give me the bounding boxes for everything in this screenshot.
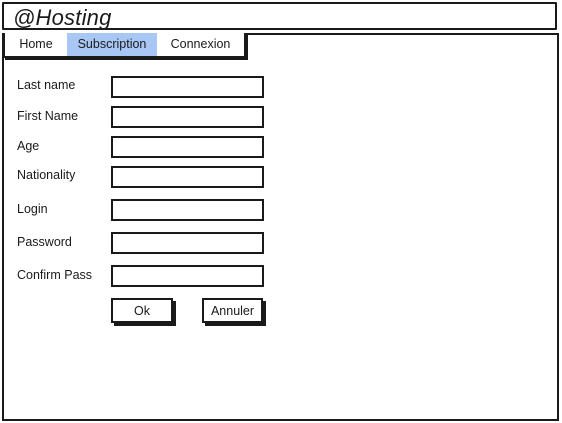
login-label: Login <box>17 202 48 216</box>
app-title: @Hosting <box>13 5 112 30</box>
password-label: Password <box>17 235 72 249</box>
confirm-pass-label: Confirm Pass <box>17 268 93 282</box>
age-label: Age <box>17 139 40 153</box>
tab-home[interactable]: Home <box>5 33 67 56</box>
ok-button[interactable]: Ok <box>111 298 173 323</box>
tab-subscription[interactable]: Subscription <box>67 33 157 56</box>
content-frame <box>2 33 559 421</box>
first-name-label: First Name <box>17 109 79 123</box>
nationality-label: Nationality <box>17 168 76 182</box>
nationality-input[interactable] <box>111 166 264 188</box>
first-name-input[interactable] <box>111 106 264 128</box>
tab-connexion[interactable]: Connexion <box>157 33 244 56</box>
age-input[interactable] <box>111 136 264 158</box>
title-bar: @Hosting <box>2 2 557 30</box>
tab-bar: Home Subscription Connexion <box>3 33 246 58</box>
last-name-input[interactable] <box>111 76 264 98</box>
confirm-pass-input[interactable] <box>111 265 264 287</box>
cancel-button[interactable]: Annuler <box>202 298 263 323</box>
password-input[interactable] <box>111 232 264 254</box>
last-name-label: Last name <box>17 78 76 92</box>
login-input[interactable] <box>111 199 264 221</box>
